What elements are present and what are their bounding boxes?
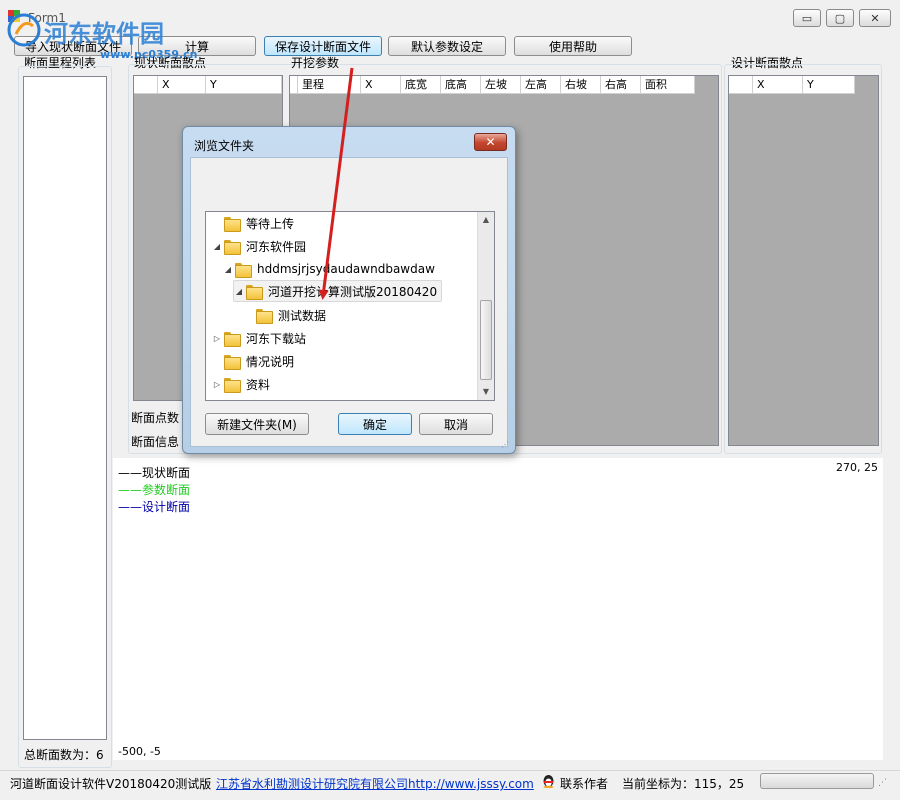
tree-item[interactable]: ◢ 河东软件园	[212, 235, 306, 257]
tree-item[interactable]: ◢ hddmsjrjsydaudawndbawdaw	[223, 258, 435, 280]
watermark-logo-text: 河东软件园	[44, 19, 164, 48]
ok-button[interactable]: 确定	[338, 413, 412, 435]
dialog-close-button[interactable]: ✕	[474, 133, 507, 151]
resize-grip-icon[interactable]: ⋰	[501, 440, 509, 449]
tree-item[interactable]: 测试数据	[244, 304, 326, 326]
tree-item-selected[interactable]: ◢ 河道开挖计算测试版20180420	[233, 280, 443, 302]
tree-item-label: 资料	[246, 377, 271, 392]
excavation-params-header: 里程 X 底宽 底高 左坡 左高 右坡 右高 面积	[290, 76, 695, 94]
scroll-down-icon[interactable]: ▼	[478, 384, 494, 400]
folder-icon	[224, 377, 241, 393]
folder-icon	[256, 308, 273, 324]
row-header-cell	[290, 76, 298, 94]
dialog-title: 浏览文件夹	[194, 139, 255, 153]
qq-penguin-icon[interactable]	[541, 773, 556, 788]
default-params-button[interactable]: 默认参数设定	[388, 36, 506, 56]
close-icon: ✕	[870, 11, 880, 25]
contact-author-link[interactable]: 联系作者	[560, 775, 608, 792]
minimize-button[interactable]: ▭	[793, 9, 821, 27]
scrollbar-thumb[interactable]	[480, 300, 492, 380]
help-button[interactable]: 使用帮助	[514, 36, 632, 56]
tree-expander-icon[interactable]: ◢	[223, 265, 233, 274]
section-drawing-canvas[interactable]	[113, 458, 883, 760]
progress-bar	[760, 773, 874, 789]
tree-expander-icon[interactable]: ▷	[212, 380, 222, 389]
tree-expander-icon[interactable]: ◢	[234, 287, 244, 296]
close-button[interactable]: ✕	[859, 9, 891, 27]
tree-item-label: hddmsjrjsydaudawndbawdaw	[257, 262, 435, 276]
scroll-up-icon[interactable]: ▲	[478, 212, 494, 228]
column-header[interactable]: X	[158, 76, 206, 94]
browse-folder-dialog: 浏览文件夹 ✕ 等待上传 ◢ 河东软件园 ◢ hddmsjrjsydaudawndb…	[182, 126, 516, 454]
tree-item-label: 河道开挖计算测试版20180420	[268, 284, 438, 299]
legend-design-section: ——设计断面	[118, 500, 191, 514]
column-header[interactable]: 右高	[601, 76, 641, 94]
tree-item-label: 等待上传	[246, 216, 295, 231]
tree-item-label: 情况说明	[246, 354, 295, 369]
legend-current-section: ——现状断面	[118, 466, 191, 480]
column-header[interactable]: X	[753, 76, 803, 94]
new-folder-button[interactable]: 新建文件夹(M)	[205, 413, 309, 435]
maximize-icon: ▢	[834, 11, 846, 25]
tree-item[interactable]: ▷ 河东下载站	[212, 327, 306, 349]
tree-expander-icon[interactable]: ◢	[212, 242, 222, 251]
design-points-header: X Y	[729, 76, 855, 94]
folder-icon	[235, 262, 252, 278]
row-header-cell	[134, 76, 158, 94]
current-points-header: X Y	[134, 76, 282, 94]
folder-icon	[224, 331, 241, 347]
bottom-left-coordinate: -500, -5	[118, 745, 161, 758]
minimize-icon: ▭	[801, 11, 813, 25]
column-header[interactable]: 里程	[298, 76, 361, 94]
folder-tree[interactable]: 等待上传 ◢ 河东软件园 ◢ hddmsjrjsydaudawndbawdaw ◢ 河…	[205, 211, 495, 401]
design-points-grid[interactable]: X Y	[728, 75, 879, 446]
maximize-button[interactable]: ▢	[826, 9, 854, 27]
folder-icon	[224, 216, 241, 232]
app-version-label: 河道断面设计软件V20180420测试版	[10, 777, 212, 791]
excavation-params-title: 开挖参数	[291, 56, 340, 70]
column-header[interactable]: X	[361, 76, 401, 94]
row-header-cell	[729, 76, 753, 94]
save-design-section-button[interactable]: 保存设计断面文件	[264, 36, 382, 56]
mileage-listbox[interactable]	[23, 76, 107, 740]
folder-icon	[224, 239, 241, 255]
company-link[interactable]: 江苏省水利勘测设计研究院有限公司http://www.jsssy.com	[216, 775, 534, 792]
cancel-button[interactable]: 取消	[419, 413, 493, 435]
column-header[interactable]: 面积	[641, 76, 695, 94]
close-icon: ✕	[485, 135, 496, 149]
column-header[interactable]: 底宽	[401, 76, 441, 94]
column-header[interactable]: 左坡	[481, 76, 521, 94]
folder-icon	[246, 284, 263, 300]
tree-item[interactable]: ▷ 资料	[212, 373, 270, 395]
column-header[interactable]: 底高	[441, 76, 481, 94]
point-count-label: 断面点数	[131, 411, 180, 425]
tree-item-label: 河东软件园	[246, 239, 307, 254]
tree-item-label: 河东下载站	[246, 331, 307, 346]
watermark-logo-icon	[7, 13, 41, 47]
column-header[interactable]: Y	[803, 76, 855, 94]
column-header[interactable]: Y	[206, 76, 282, 94]
column-header[interactable]: 右坡	[561, 76, 601, 94]
status-resize-grip-icon[interactable]: ⋰	[878, 778, 887, 788]
tree-expander-icon[interactable]: ▷	[212, 334, 222, 343]
top-right-coordinate: 270, 25	[836, 461, 878, 474]
section-info-label: 断面信息	[131, 435, 180, 449]
total-sections-label: 总断面数为：6	[24, 748, 104, 762]
folder-icon	[224, 354, 241, 370]
column-header[interactable]: 左高	[521, 76, 561, 94]
tree-item[interactable]: 等待上传	[212, 212, 294, 234]
legend-param-section: ——参数断面	[118, 483, 191, 497]
current-coordinate-label: 当前坐标为：115，25	[622, 777, 745, 791]
tree-scrollbar[interactable]: ▲ ▼	[477, 212, 494, 400]
tree-item[interactable]: 情况说明	[212, 350, 294, 372]
tree-item-label: 测试数据	[278, 308, 327, 323]
